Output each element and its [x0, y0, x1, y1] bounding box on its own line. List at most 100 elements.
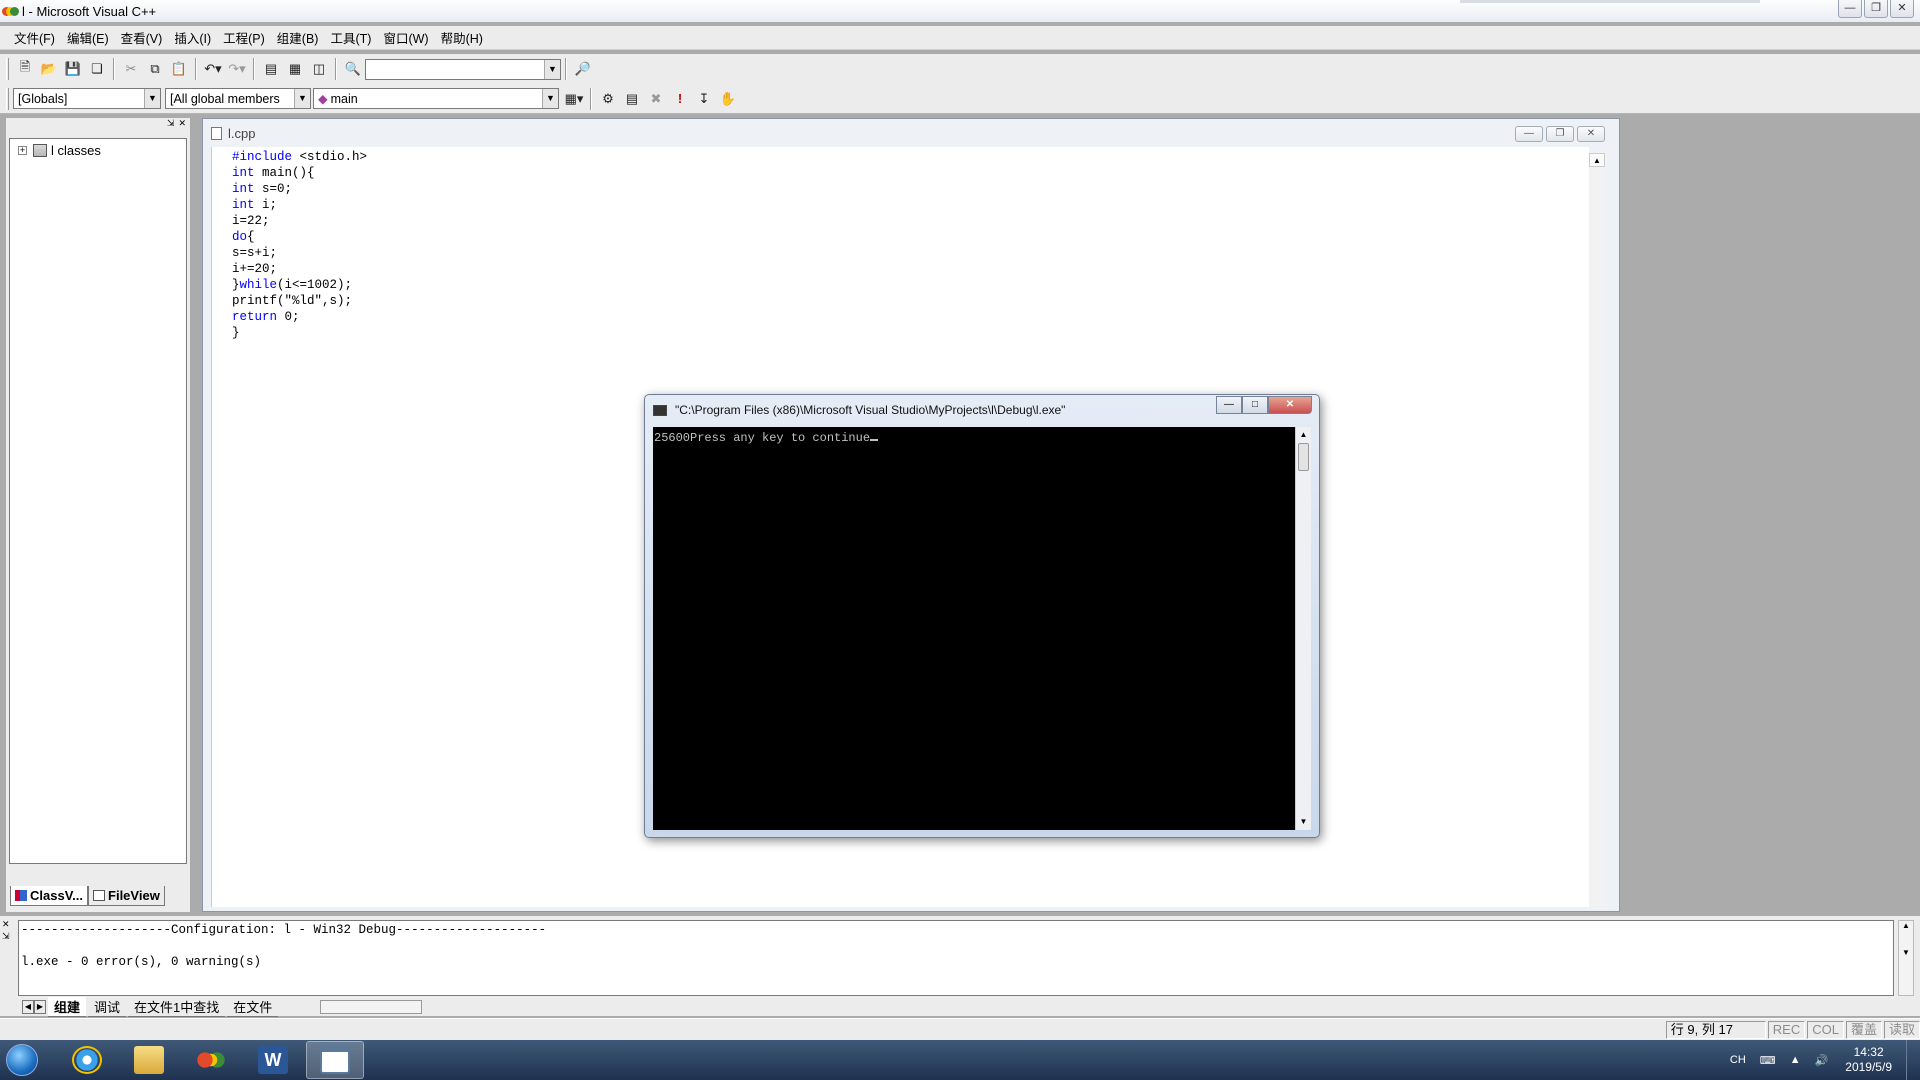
save-all-icon[interactable]: ❏: [86, 58, 108, 80]
menu-window[interactable]: 窗口(W): [377, 28, 434, 47]
members-combo[interactable]: ◆ main ▼: [313, 88, 559, 109]
close-button[interactable]: ✕: [1890, 0, 1914, 18]
menu-edit[interactable]: 编辑(E): [61, 28, 115, 47]
console-maximize-button[interactable]: □: [1242, 396, 1268, 414]
menu-insert[interactable]: 插入(I): [168, 28, 217, 47]
console-close-button[interactable]: ✕: [1268, 396, 1312, 414]
tab-build[interactable]: 组建: [48, 997, 87, 1017]
taskbar-explorer[interactable]: [120, 1041, 178, 1079]
source-file-icon: [211, 126, 222, 140]
clock[interactable]: 14:32 2019/5/9: [1845, 1045, 1892, 1075]
breakpoint-hand-icon[interactable]: ✋: [717, 88, 739, 110]
toolbar-grip[interactable]: [6, 87, 9, 110]
menu-view[interactable]: 查看(V): [115, 28, 169, 47]
title-bar: l - Microsoft Visual C++ — ❐ ✕: [0, 0, 1920, 22]
word-icon: W: [258, 1046, 288, 1074]
output-window-icon[interactable]: ▦: [284, 58, 306, 80]
taskbar-ie[interactable]: [58, 1041, 116, 1079]
console-scrollbar[interactable]: ▲ ▼: [1295, 427, 1311, 830]
save-icon[interactable]: 💾: [62, 58, 84, 80]
menu-tools[interactable]: 工具(T): [324, 28, 377, 47]
execute-icon[interactable]: !: [669, 88, 691, 110]
clock-date: 2019/5/9: [1845, 1060, 1892, 1074]
system-tray: CH ⌨ ▲ 🔊 14:32 2019/5/9: [1723, 1040, 1920, 1080]
editor-close-button[interactable]: ✕: [1577, 126, 1605, 142]
input-language[interactable]: CH: [1730, 1054, 1746, 1066]
taskbar-word[interactable]: W: [244, 1041, 302, 1079]
editor-scrollbar[interactable]: ▲: [1589, 153, 1605, 907]
find-in-files-icon[interactable]: 🔍: [342, 58, 364, 80]
menu-file[interactable]: 文件(F): [8, 28, 61, 47]
code-line: }while(i<=1002);: [232, 277, 1589, 293]
window-list-icon[interactable]: ◫: [308, 58, 330, 80]
tab-find-in-files-1[interactable]: 在文件1中查找: [128, 997, 226, 1017]
workspace-icon[interactable]: ▤: [260, 58, 282, 80]
tree-item-classes[interactable]: + l classes: [18, 142, 186, 159]
filter-combo[interactable]: [All global members ▼: [165, 88, 311, 109]
undo-icon[interactable]: ↶▾: [202, 58, 224, 80]
chevron-down-icon[interactable]: ▼: [144, 89, 160, 108]
chevron-down-icon[interactable]: ▼: [544, 59, 560, 79]
editor-restore-button[interactable]: ❐: [1546, 126, 1574, 142]
tray-expand-icon[interactable]: ▲: [1790, 1054, 1801, 1066]
dock-icon[interactable]: ⇲: [2, 930, 10, 942]
dock-icon[interactable]: ⇲: [167, 118, 175, 130]
scroll-up-icon[interactable]: ▲: [1589, 153, 1605, 167]
build-icon[interactable]: ▤: [621, 88, 643, 110]
scroll-down-icon[interactable]: ▼: [1296, 814, 1311, 830]
paste-icon[interactable]: 📋: [168, 58, 190, 80]
redo-icon[interactable]: ↷▾: [226, 58, 248, 80]
find-icon[interactable]: 🔎: [572, 58, 594, 80]
tab-classview[interactable]: ClassV...: [10, 886, 89, 906]
minimize-button[interactable]: —: [1838, 0, 1862, 18]
show-desktop-button[interactable]: [1906, 1040, 1920, 1080]
console-output[interactable]: 25600Press any key to continue: [653, 427, 1295, 830]
tab-scroll-left-icon[interactable]: ◀: [22, 1000, 34, 1014]
class-combo[interactable]: [Globals] ▼: [13, 88, 161, 109]
code-line: printf("%ld",s);: [232, 293, 1589, 309]
volume-icon[interactable]: 🔊: [1815, 1054, 1829, 1067]
menu-help[interactable]: 帮助(H): [435, 28, 489, 47]
menu-build[interactable]: 组建(B): [271, 28, 325, 47]
code-keyword: while: [239, 278, 278, 292]
new-file-icon[interactable]: 🗎: [14, 58, 36, 80]
cut-icon[interactable]: ✂: [120, 58, 142, 80]
code-text: i+=20;: [232, 262, 278, 276]
build-output[interactable]: --------------------Configuration: l - W…: [18, 920, 1894, 996]
internet-explorer-icon: [72, 1046, 102, 1074]
text-cursor: [870, 439, 879, 441]
output-line: l.exe - 0 error(s), 0 warning(s): [21, 955, 262, 969]
output-scrollbar[interactable]: ▲ ▼: [1898, 920, 1914, 996]
restore-button[interactable]: ❐: [1864, 0, 1888, 18]
close-pane-icon[interactable]: ✕: [2, 918, 10, 930]
tab-fileview[interactable]: FileView: [88, 886, 165, 906]
expand-plus-icon[interactable]: +: [18, 146, 27, 155]
output-hscrollbar[interactable]: [320, 1000, 422, 1014]
go-icon[interactable]: ↧: [693, 88, 715, 110]
toolbar-grip[interactable]: [6, 58, 9, 80]
open-folder-icon[interactable]: 📂: [38, 58, 60, 80]
close-pane-icon[interactable]: ✕: [178, 118, 186, 130]
wizard-action-icon[interactable]: ▦▾: [563, 88, 585, 110]
compile-icon[interactable]: ⚙: [597, 88, 619, 110]
chevron-down-icon[interactable]: ▼: [294, 89, 310, 108]
code-text: s=s+i;: [232, 246, 278, 260]
taskbar-visual-cpp[interactable]: [182, 1041, 240, 1079]
find-combo[interactable]: ▼: [365, 58, 561, 80]
menu-project[interactable]: 工程(P): [217, 28, 271, 47]
copy-icon[interactable]: ⧉: [144, 58, 166, 80]
tab-debug[interactable]: 调试: [88, 997, 127, 1017]
editor-minimize-button[interactable]: —: [1515, 126, 1543, 142]
chevron-down-icon[interactable]: ▼: [542, 89, 558, 108]
stop-build-icon[interactable]: ✖: [645, 88, 667, 110]
tab-scroll-right-icon[interactable]: ▶: [34, 1000, 46, 1014]
keyboard-icon[interactable]: ⌨: [1760, 1054, 1776, 1067]
wizardbar-toolbar: [Globals] ▼ [All global members ▼ ◆ main…: [0, 84, 1920, 114]
start-button[interactable]: [0, 1040, 44, 1080]
console-minimize-button[interactable]: —: [1216, 396, 1242, 414]
tab-find-in-files-2[interactable]: 在文件: [227, 997, 279, 1017]
code-line: }: [232, 325, 1589, 341]
taskbar-console[interactable]: [306, 1041, 364, 1079]
scroll-up-icon[interactable]: ▲: [1296, 427, 1311, 443]
scroll-thumb[interactable]: [1298, 443, 1309, 471]
